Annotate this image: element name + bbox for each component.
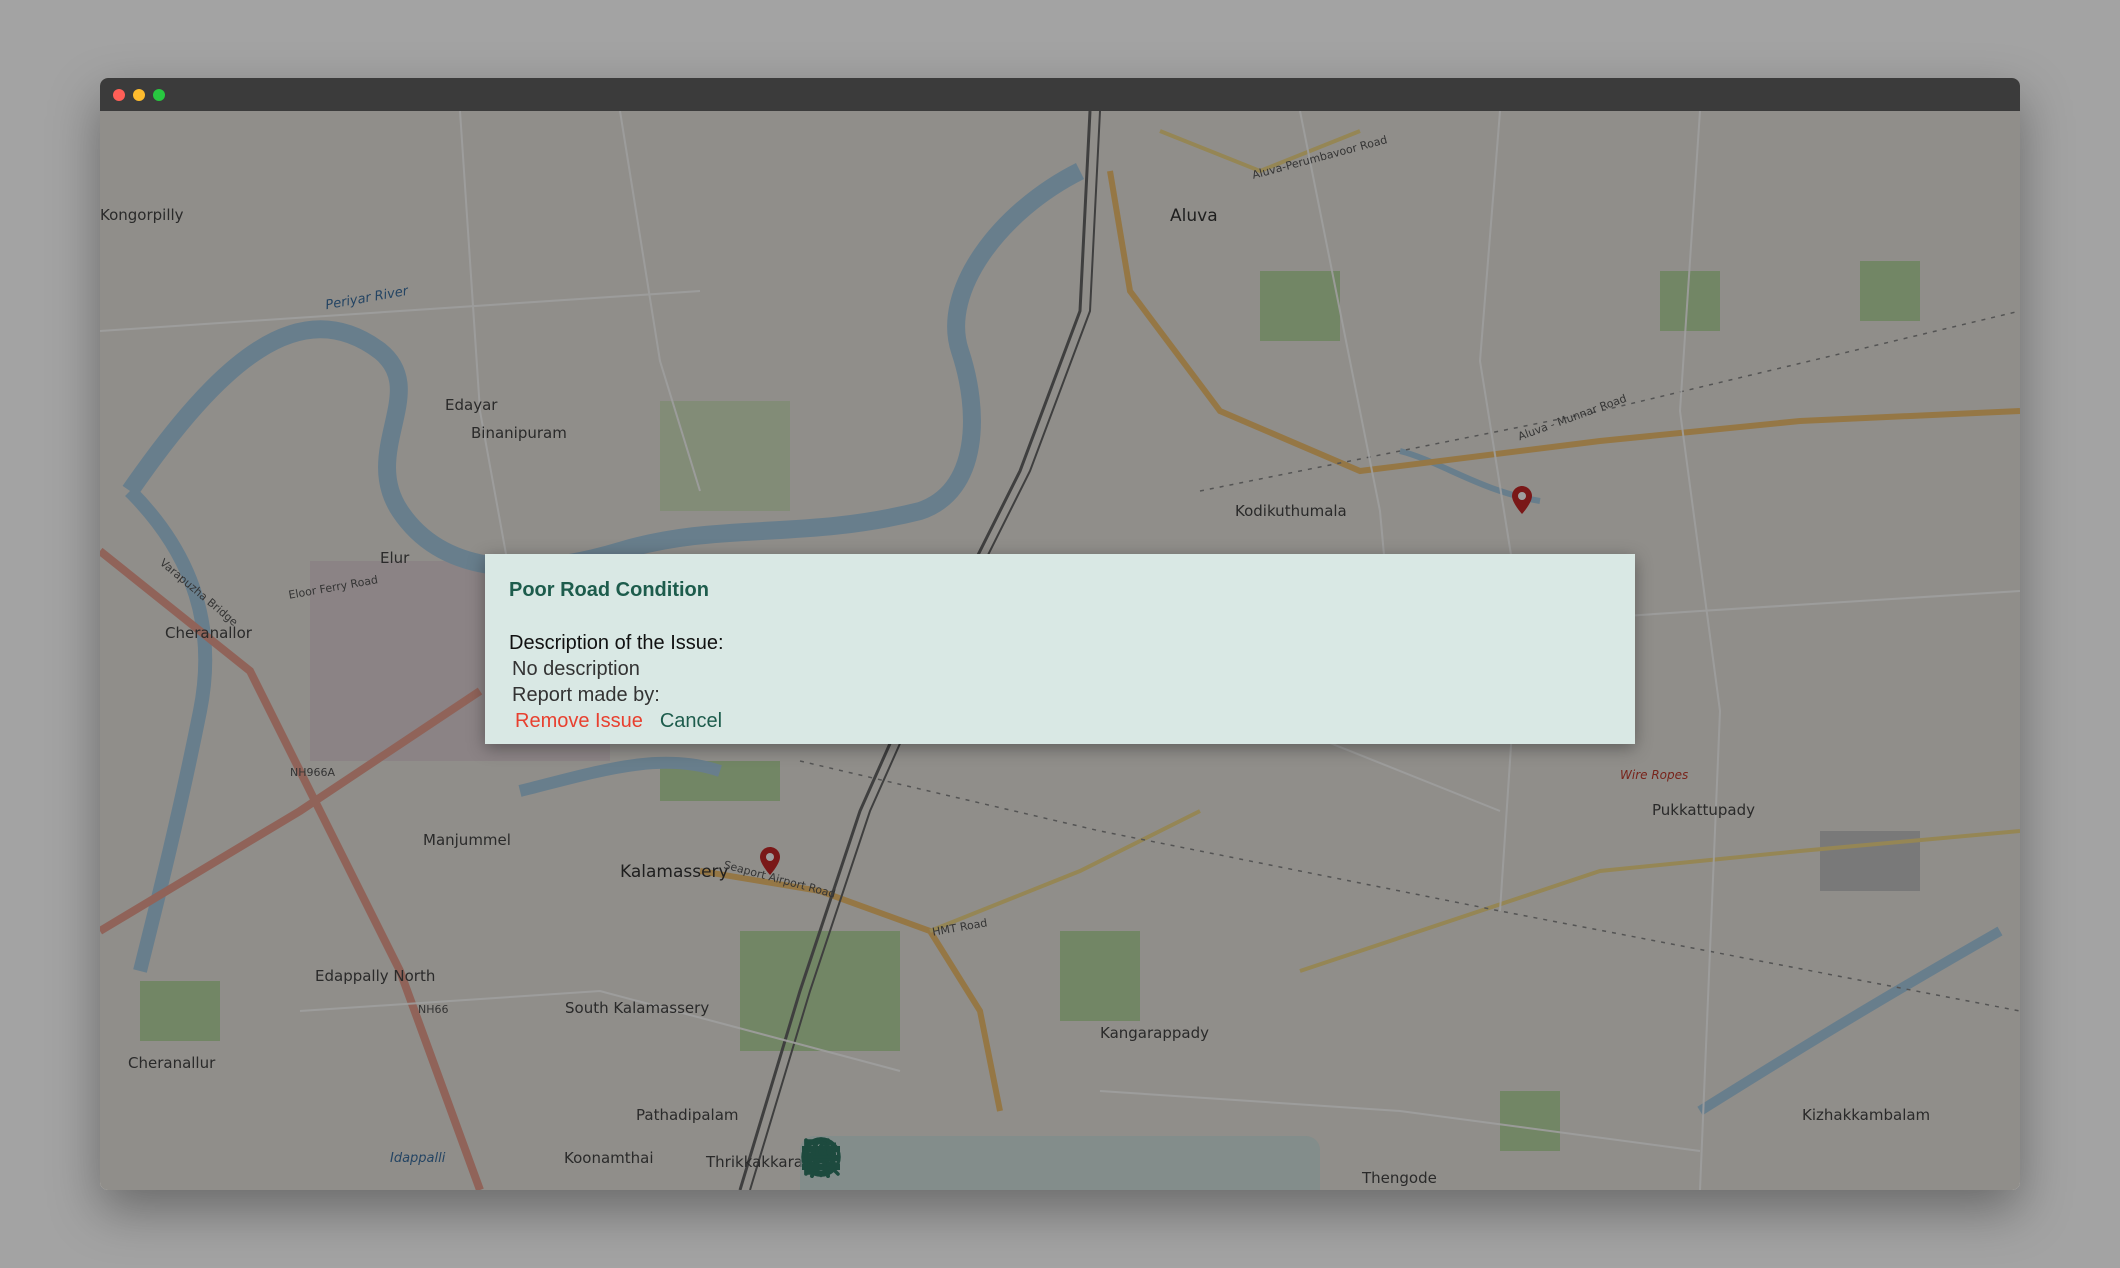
- traffic-light-icon[interactable]: [806, 1139, 991, 1190]
- reporter-label: Report made by:: [512, 684, 660, 706]
- map-label: Idappalli: [390, 1151, 446, 1166]
- issue-details-dialog: Poor Road Condition Description of the I…: [485, 554, 1635, 744]
- remove-issue-button[interactable]: Remove Issue: [515, 710, 643, 733]
- map-label: Koonamthai: [564, 1149, 654, 1167]
- close-window-button[interactable]: [113, 89, 125, 101]
- map-label: Kalamassery: [620, 862, 729, 882]
- issue-marker-pin[interactable]: [760, 847, 780, 875]
- map-label: NH66: [418, 1003, 449, 1016]
- map-label: Elur: [380, 549, 410, 567]
- map-label: Pathadipalam: [636, 1106, 739, 1124]
- map-label: Edappally North: [315, 967, 436, 985]
- dialog-actions: Remove Issue Cancel: [515, 710, 722, 733]
- road-lanes-icon[interactable]: [802, 1146, 1111, 1190]
- dialog-title: Poor Road Condition: [509, 579, 709, 601]
- bottom-toolbar: [800, 1136, 1320, 1190]
- map-label: Thrikkakkara: [706, 1153, 803, 1171]
- description-text: No description: [512, 658, 640, 680]
- map-label: South Kalamassery: [565, 999, 710, 1017]
- map-label: NH966A: [290, 766, 336, 779]
- minimize-window-button[interactable]: [133, 89, 145, 101]
- location-pin-icon[interactable]: [806, 1137, 1231, 1190]
- map-label: Cheranallor: [165, 624, 252, 642]
- map-label: Kangarappady: [1100, 1024, 1209, 1042]
- map-label: Binanipuram: [471, 424, 567, 442]
- cancel-button[interactable]: Cancel: [660, 710, 722, 733]
- maximize-window-button[interactable]: [153, 89, 165, 101]
- window-titlebar: [100, 78, 2020, 111]
- pedestrian-icon[interactable]: [808, 1138, 1051, 1190]
- alert-icon[interactable]: [801, 1137, 1171, 1190]
- description-label: Description of the Issue:: [509, 632, 724, 654]
- map-label: Cheranallur: [128, 1054, 216, 1072]
- map-label: Aluva: [1170, 206, 1218, 226]
- map-label: Thengode: [1362, 1169, 1437, 1187]
- issue-marker-pin[interactable]: [1512, 486, 1532, 514]
- map-label: Manjummel: [423, 831, 511, 849]
- browser-window: Aluva Kongorpilly Edayar Binanipuram Elu…: [100, 78, 2020, 1190]
- map-label: Wire Ropes: [1620, 768, 1689, 782]
- map-label: Kodikuthumala: [1235, 502, 1347, 520]
- logout-icon[interactable]: [804, 1139, 1291, 1190]
- water-drop-icon[interactable]: [806, 1137, 931, 1190]
- map-label: Kongorpilly: [100, 206, 184, 224]
- map-label: Kizhakkambalam: [1802, 1106, 1931, 1124]
- map-label: Pukkattupady: [1652, 801, 1755, 819]
- map-label: Edayar: [445, 396, 498, 414]
